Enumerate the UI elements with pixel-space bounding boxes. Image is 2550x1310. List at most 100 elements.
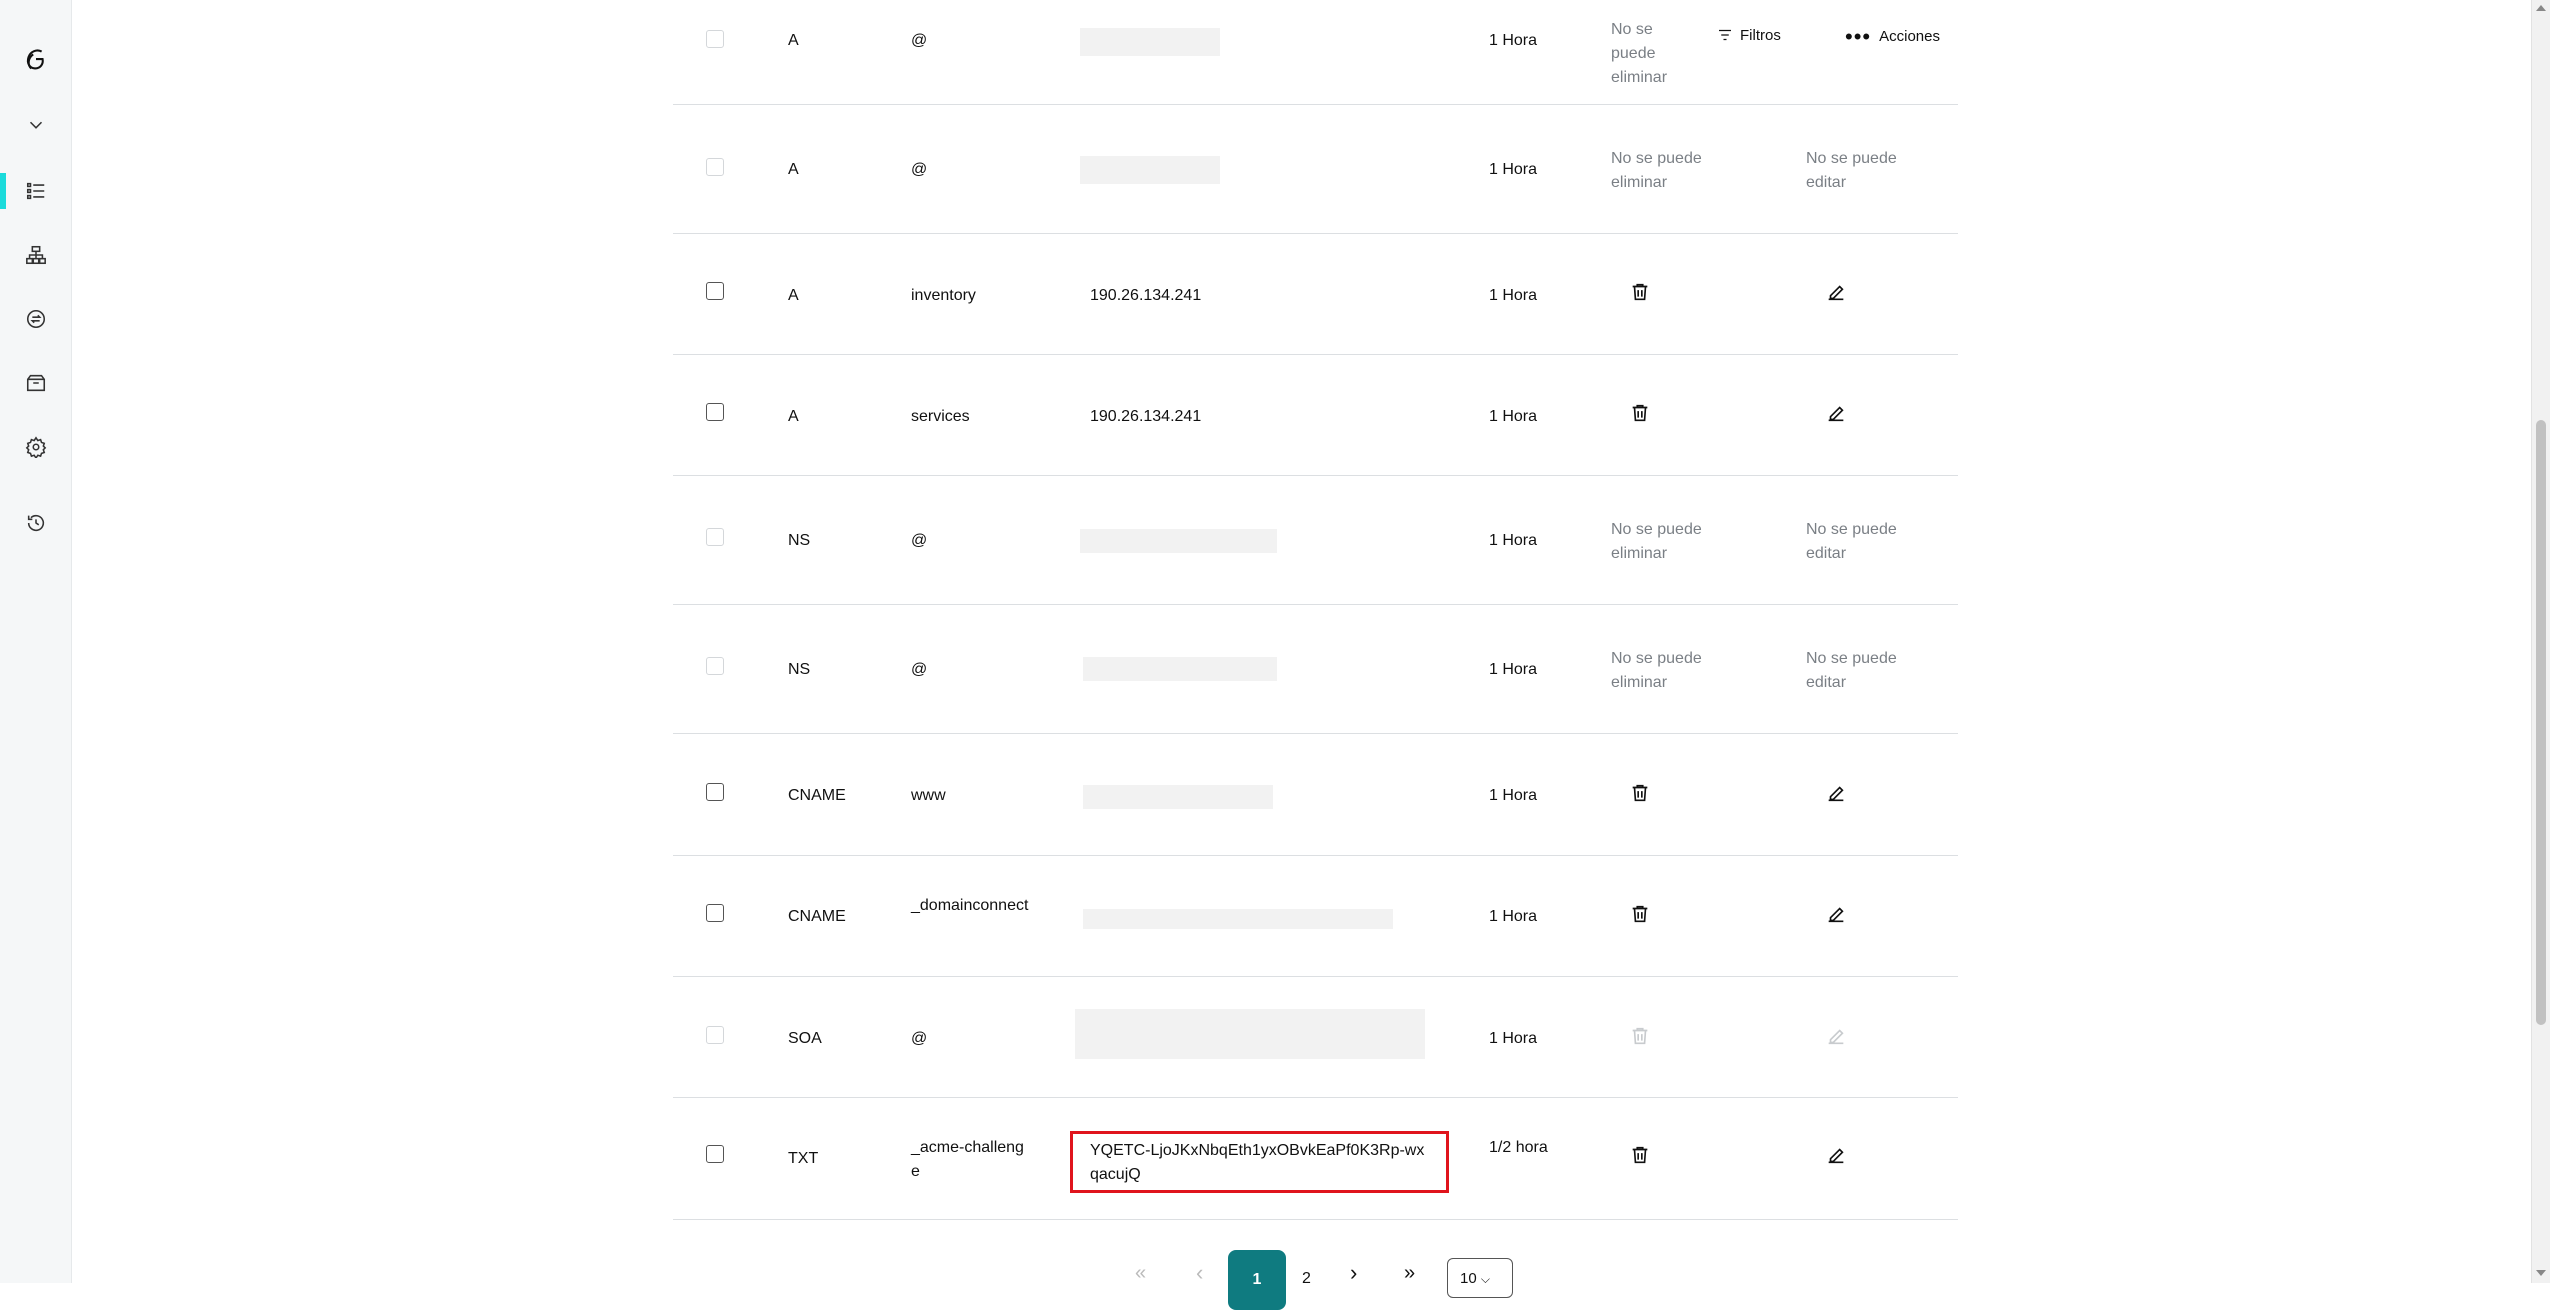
record-ttl: 1 Hora: [1489, 161, 1538, 178]
row-checkbox: [706, 158, 724, 176]
pagination: « ‹ 1 2 › » 10 ⌵: [0, 1250, 2550, 1310]
masked-value: [1083, 657, 1277, 681]
record-ttl: 1 Hora: [1489, 908, 1538, 925]
record-ttl: 1 Hora: [1489, 287, 1538, 304]
masked-value: [1083, 785, 1273, 809]
record-type: A: [788, 287, 799, 304]
row-checkbox: [706, 657, 724, 675]
pencil-icon: [1828, 406, 1844, 422]
trash-icon: [1632, 905, 1648, 923]
chevron-down-icon[interactable]: [0, 105, 71, 145]
record-type: CNAME: [788, 787, 846, 804]
table-row: A @ 1 Hora No se puede eliminar No se pu…: [673, 104, 1958, 234]
record-type: A: [788, 32, 799, 49]
record-type: A: [788, 161, 799, 178]
trash-icon: [1632, 1027, 1648, 1045]
table-row: A services 190.26.134.241 1 Hora: [673, 354, 1958, 476]
pencil-icon: [1828, 786, 1844, 802]
chevron-down-icon: ⌵: [1480, 1272, 1490, 1286]
vertical-scrollbar[interactable]: [2531, 0, 2550, 1283]
pencil-icon: [1828, 907, 1844, 923]
record-name: @: [911, 532, 928, 549]
history-icon[interactable]: [0, 503, 71, 543]
hierarchy-icon[interactable]: [0, 235, 71, 275]
masked-value: [1080, 156, 1220, 184]
row-checkbox[interactable]: [706, 403, 724, 421]
scroll-thumb[interactable]: [2536, 420, 2546, 1025]
row-checkbox[interactable]: [706, 282, 724, 300]
record-name: @: [911, 32, 928, 49]
row-checkbox: [706, 528, 724, 546]
next-page-button[interactable]: ›: [1350, 1260, 1357, 1286]
edit-button[interactable]: [1825, 903, 1847, 930]
delete-button[interactable]: [1629, 402, 1651, 429]
table-row: NS @ 1 Hora No se puede eliminar No se p…: [673, 604, 1958, 734]
delete-button[interactable]: [1629, 281, 1651, 308]
record-name: inventory: [911, 287, 976, 304]
record-type: NS: [788, 661, 811, 678]
txt-record-value-highlighted[interactable]: YQETC-LjoJKxNbqEth1yxOBvkEaPf0K3Rp-wxqac…: [1070, 1131, 1449, 1193]
row-checkbox[interactable]: [706, 1145, 724, 1163]
record-ttl: 1 Hora: [1489, 32, 1538, 49]
record-name: _domainconnect: [911, 897, 1029, 914]
table-row: SOA @ 1 Hora: [673, 976, 1958, 1098]
godaddy-logo-icon[interactable]: [0, 40, 71, 80]
first-page-button[interactable]: «: [1135, 1262, 1146, 1285]
record-type: TXT: [788, 1150, 819, 1167]
gear-icon[interactable]: [0, 427, 71, 467]
record-name: @: [911, 1030, 928, 1047]
delete-button[interactable]: [1629, 903, 1651, 930]
page-2-button[interactable]: 2: [1302, 1270, 1311, 1288]
dns-records-icon[interactable]: [0, 171, 71, 211]
edit-button[interactable]: [1825, 782, 1847, 809]
prev-page-button[interactable]: ‹: [1196, 1260, 1203, 1286]
edit-button-disabled: [1825, 1025, 1847, 1052]
edit-button[interactable]: [1825, 281, 1847, 308]
cannot-delete-text: No se puede eliminar: [1611, 21, 1668, 86]
record-name: www: [911, 787, 946, 804]
record-value: 190.26.134.241: [1090, 408, 1202, 425]
record-name: @: [911, 661, 928, 678]
record-ttl: 1 Hora: [1489, 532, 1538, 549]
masked-value: [1075, 1009, 1425, 1059]
table-row: NS @ 1 Hora No se puede eliminar No se p…: [673, 475, 1958, 605]
scroll-up-arrow[interactable]: [2536, 5, 2546, 11]
pencil-icon: [1828, 1029, 1844, 1045]
masked-value: [1080, 529, 1277, 553]
record-ttl: 1 Hora: [1489, 408, 1538, 425]
cannot-delete-text: No se puede eliminar: [1611, 650, 1702, 691]
box-icon[interactable]: [0, 363, 71, 403]
current-page-button[interactable]: 1: [1228, 1250, 1286, 1310]
record-name: _acme-challenge: [911, 1139, 1024, 1180]
cannot-edit-text: No se puede editar: [1806, 150, 1897, 191]
edit-button[interactable]: [1825, 402, 1847, 429]
delete-button-disabled: [1629, 1025, 1651, 1052]
trash-icon: [1632, 784, 1648, 802]
page-size-select[interactable]: 10 ⌵: [1447, 1258, 1513, 1298]
table-row: A @ 1 Hora No se puede eliminar: [673, 0, 1958, 105]
trash-icon: [1632, 1146, 1648, 1164]
scroll-down-arrow[interactable]: [2536, 1270, 2546, 1276]
page-size-value: 10: [1460, 1270, 1477, 1287]
trash-icon: [1632, 404, 1648, 422]
record-value: 190.26.134.241: [1090, 287, 1202, 304]
trash-icon: [1632, 283, 1648, 301]
delete-button[interactable]: [1629, 1144, 1651, 1171]
delete-button[interactable]: [1629, 782, 1651, 809]
row-checkbox[interactable]: [706, 783, 724, 801]
table-row: CNAME www 1 Hora: [673, 733, 1958, 856]
record-ttl: 1/2 hora: [1489, 1139, 1548, 1156]
transfer-icon[interactable]: [0, 299, 71, 339]
record-type: NS: [788, 532, 811, 549]
last-page-button[interactable]: »: [1404, 1262, 1415, 1285]
cannot-edit-text: No se puede editar: [1806, 650, 1897, 691]
record-ttl: 1 Hora: [1489, 1030, 1538, 1047]
record-type: A: [788, 408, 799, 425]
row-checkbox[interactable]: [706, 904, 724, 922]
row-checkbox: [706, 1026, 724, 1044]
record-ttl: 1 Hora: [1489, 787, 1538, 804]
row-checkbox: [706, 30, 724, 48]
table-row: A inventory 190.26.134.241 1 Hora: [673, 233, 1958, 355]
edit-button[interactable]: [1825, 1144, 1847, 1171]
record-ttl: 1 Hora: [1489, 661, 1538, 678]
